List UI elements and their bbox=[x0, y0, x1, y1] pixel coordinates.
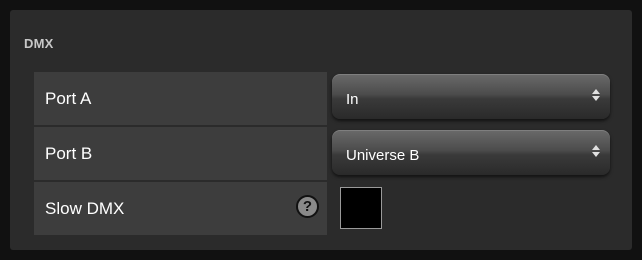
port-a-label-text: Port A bbox=[45, 88, 92, 108]
updown-arrows-icon bbox=[592, 89, 600, 101]
port-b-select-value: Universe B bbox=[346, 147, 420, 164]
section-title: DMX bbox=[24, 36, 54, 51]
port-b-select[interactable]: Universe B bbox=[332, 130, 610, 175]
updown-arrows-icon bbox=[592, 145, 600, 157]
port-b-label-text: Port B bbox=[45, 143, 93, 163]
slow-dmx-checkbox[interactable] bbox=[340, 187, 382, 229]
port-a-label: Port A bbox=[34, 72, 327, 125]
port-a-select[interactable]: In bbox=[332, 74, 610, 119]
slow-dmx-label-text: Slow DMX bbox=[45, 198, 125, 218]
port-a-select-value: In bbox=[346, 91, 359, 108]
slow-dmx-label: Slow DMX ? bbox=[34, 182, 327, 235]
question-circle-icon[interactable]: ? bbox=[296, 195, 319, 218]
port-b-label: Port B bbox=[34, 127, 327, 180]
